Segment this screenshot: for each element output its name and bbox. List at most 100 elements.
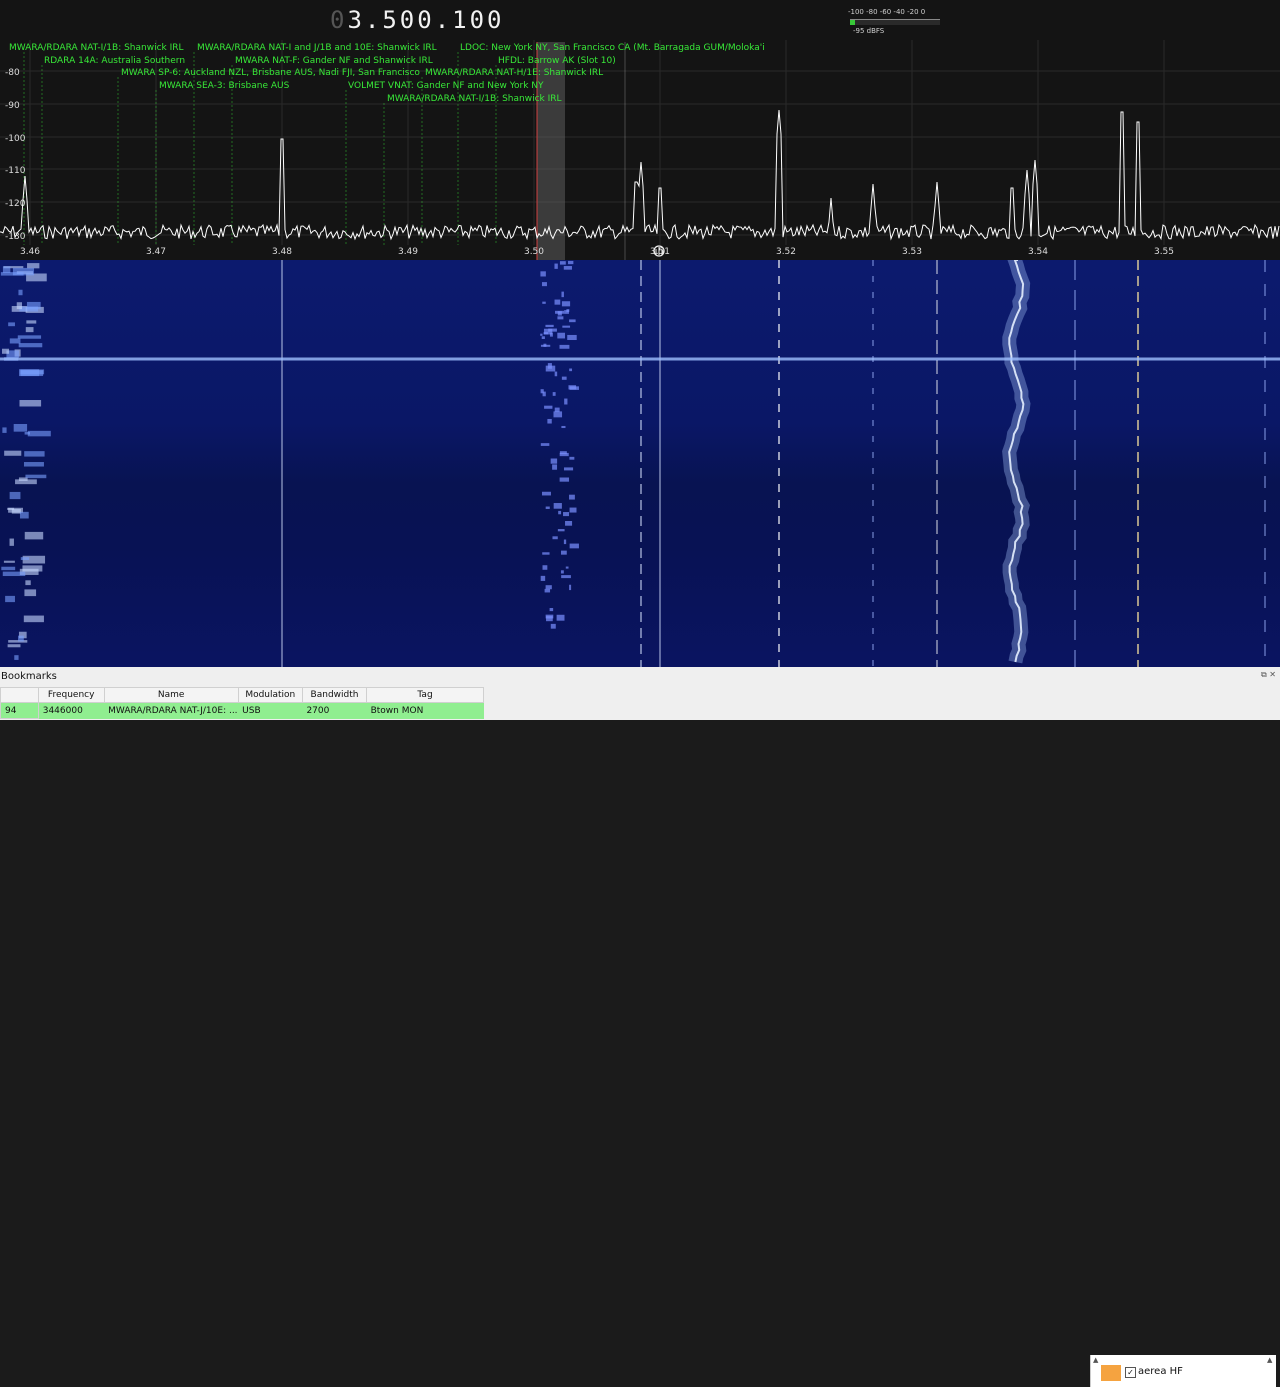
bookmark-label[interactable]: MWARA/RDARA NAT-I/1B: Shanwick IRL — [387, 94, 562, 104]
cell-tag[interactable]: Btown MON — [366, 702, 484, 719]
waterfall-display[interactable] — [0, 260, 1280, 667]
signal-burst — [7, 644, 21, 648]
bookmark-label[interactable]: LDOC: New York NY, San Francisco CA (Mt.… — [460, 43, 765, 53]
signal-burst — [27, 263, 40, 269]
signal-burst — [557, 529, 565, 532]
signal-burst — [552, 392, 556, 396]
signal-burst — [559, 451, 567, 455]
signal-burst — [9, 491, 21, 500]
signal-burst — [550, 623, 556, 629]
signal-burst — [562, 325, 571, 328]
dock-buttons[interactable]: ⧉ ✕ — [1261, 670, 1276, 680]
signal-burst — [13, 423, 28, 432]
signal-burst — [557, 332, 565, 339]
signal-burst — [26, 301, 41, 310]
signal-burst — [569, 368, 573, 372]
signal-burst — [552, 536, 558, 540]
signal-burst — [542, 391, 546, 397]
signal-burst — [540, 333, 543, 336]
signal-burst — [18, 635, 24, 642]
spectrum-panel[interactable]: 03.500.100 -100 -80 -60 -40 -20 0 -95 dB… — [0, 0, 1280, 260]
table-row[interactable]: 94 3446000 MWARA/RDARA NAT-J/10E: ... US… — [0, 702, 484, 719]
float-icon[interactable]: ⧉ — [1261, 670, 1267, 679]
signal-burst — [12, 267, 35, 276]
signal-burst — [25, 327, 34, 333]
signal-burst — [8, 322, 15, 327]
cell-bandwidth[interactable]: 2700 — [302, 702, 367, 719]
bookmark-label[interactable]: VOLMET VNAT: Gander NF and New York NY — [348, 81, 544, 91]
signal-burst — [553, 411, 563, 418]
signal-burst — [541, 336, 545, 339]
corner-header — [0, 687, 39, 703]
tags-list[interactable]: ▲ ▲ ✓ aerea HF — [1090, 1355, 1276, 1387]
col-name[interactable]: Name — [103, 687, 239, 703]
tag-label: aerea HF — [1138, 1366, 1183, 1377]
bookmarks-panel: Bookmarks ⧉ ✕ Frequency Name Modulation … — [0, 667, 1280, 1387]
tag-checkbox[interactable]: ✓ — [1125, 1367, 1136, 1378]
signal-burst — [554, 407, 560, 413]
signal-burst — [545, 614, 554, 619]
signal-burst — [1, 566, 16, 571]
signal-burst — [9, 338, 21, 344]
signal-burst — [549, 608, 554, 612]
signal-burst — [560, 550, 567, 555]
signal-burst — [15, 479, 37, 485]
bookmark-label[interactable]: MWARA/RDARA NAT-H/1E: Shanwick IRL — [425, 68, 603, 78]
signal-burst — [544, 405, 553, 409]
signal-burst — [4, 450, 22, 456]
cell-name[interactable]: MWARA/RDARA NAT-J/10E: ... — [104, 702, 239, 719]
bookmark-label[interactable]: MWARA/RDARA NAT-I and J/1B and 10E: Shan… — [197, 43, 437, 53]
signal-burst — [569, 543, 579, 549]
bookmark-label[interactable]: MWARA/RDARA NAT-I/1B: Shanwick IRL — [9, 43, 184, 53]
db-tick-label: -110 — [5, 166, 26, 176]
signal-burst — [559, 477, 570, 482]
bookmarks-table[interactable]: Frequency Name Modulation Bandwidth Tag … — [0, 687, 484, 719]
signal-burst — [561, 301, 571, 307]
col-modulation[interactable]: Modulation — [237, 687, 303, 703]
signal-burst — [542, 552, 550, 555]
signal-burst — [541, 282, 547, 287]
bookmark-label[interactable]: MWARA SP-6: Auckland NZL, Brisbane AUS, … — [121, 68, 420, 78]
cell-frequency[interactable]: 3446000 — [38, 702, 105, 719]
signal-burst — [547, 418, 552, 424]
signal-burst — [17, 335, 42, 339]
signal-burst — [25, 580, 31, 586]
signal-burst — [561, 575, 571, 579]
bookmark-label[interactable]: RDARA 14A: Australia Southern — [44, 56, 185, 66]
signal-burst — [19, 400, 42, 407]
scroll-up-right-icon[interactable]: ▲ — [1267, 1356, 1272, 1364]
signal-burst — [564, 398, 568, 405]
cell-modulation[interactable]: USB — [238, 702, 303, 719]
signal-burst — [545, 506, 550, 509]
signal-burst — [549, 332, 553, 337]
db-tick-label: -80 — [5, 68, 20, 78]
spectrum-plot[interactable]: MWARA/RDARA NAT-I/1B: Shanwick IRL RDARA … — [0, 0, 1280, 260]
freq-tick-label: 3.46 — [20, 247, 40, 257]
signal-burst — [554, 371, 558, 377]
bookmark-label[interactable]: MWARA NAT-F: Gander NF and Shanwick IRL — [235, 56, 433, 66]
col-bandwidth[interactable]: Bandwidth — [301, 687, 368, 703]
signal-burst — [550, 458, 558, 464]
col-tag[interactable]: Tag — [366, 687, 484, 703]
signal-burst — [567, 334, 577, 341]
col-frequency[interactable]: Frequency — [37, 687, 105, 703]
signal-burst — [563, 539, 567, 545]
signal-burst — [554, 263, 558, 269]
signal-burst — [569, 507, 577, 513]
signal-burst — [18, 343, 43, 348]
signal-burst — [569, 386, 579, 390]
bookmark-label[interactable]: MWARA SEA-3: Brisbane AUS — [159, 81, 290, 91]
freq-tick-label: 3.48 — [272, 247, 292, 257]
bookmark-label[interactable]: HFDL: Barrow AK (Slot 10) — [498, 56, 616, 66]
signal-burst — [23, 462, 44, 467]
signal-burst — [564, 310, 569, 314]
db-tick-label: -90 — [5, 101, 20, 111]
freq-tick-label: 3.52 — [776, 247, 796, 257]
signal-burst — [547, 363, 552, 369]
close-icon[interactable]: ✕ — [1269, 670, 1276, 679]
scroll-up-icon[interactable]: ▲ — [1093, 1356, 1098, 1364]
pan-cursor-icon — [653, 245, 665, 257]
db-tick-label: -100 — [5, 134, 26, 144]
signal-burst — [540, 443, 550, 446]
signal-burst — [540, 344, 551, 347]
